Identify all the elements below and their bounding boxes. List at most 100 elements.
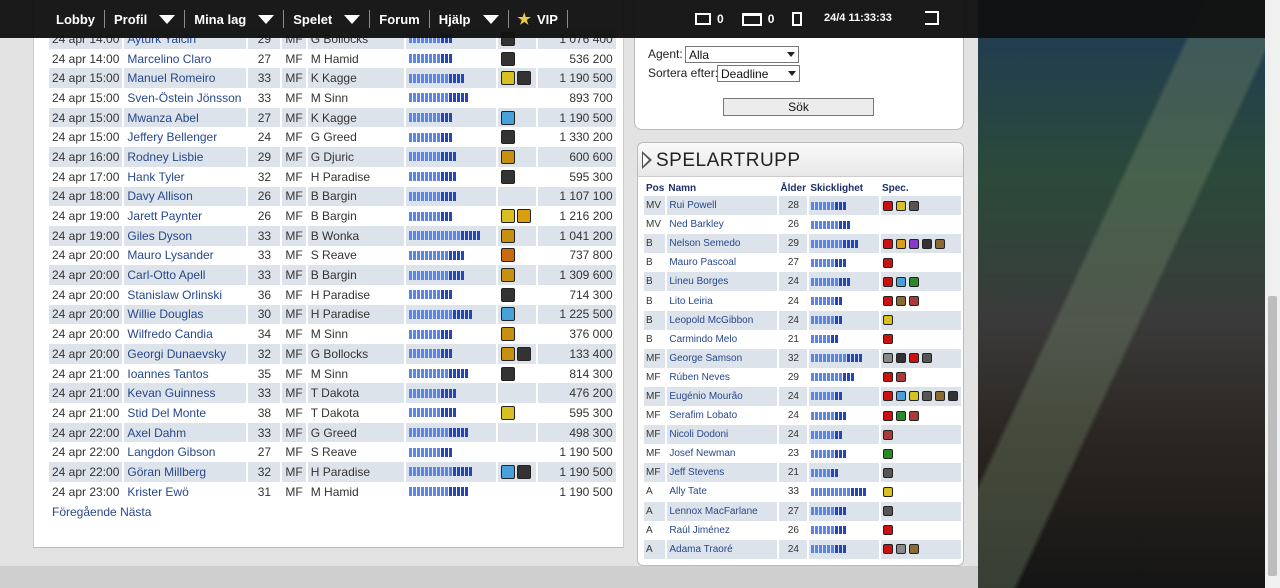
cell-name[interactable]: Hank Tyler	[123, 166, 249, 187]
cell-name[interactable]: Josef Newman	[666, 444, 780, 464]
cell-name[interactable]: Stid Del Monte	[123, 403, 249, 423]
specialty-icon[interactable]	[895, 353, 906, 364]
specialty-icon[interactable]	[882, 200, 893, 211]
specialty-icon[interactable]	[516, 346, 531, 361]
search-button[interactable]: Sök	[723, 98, 874, 116]
specialty-icon[interactable]	[500, 110, 515, 125]
specialty-icon[interactable]	[500, 71, 515, 86]
specialty-icon[interactable]	[882, 544, 893, 555]
col-skill[interactable]: Skicklighet	[808, 180, 880, 196]
nav-profil[interactable]: Profil	[105, 12, 184, 27]
specialty-icon[interactable]	[895, 372, 906, 383]
cell-name[interactable]: Serafim Lobato	[666, 406, 780, 426]
specialty-icon[interactable]	[500, 307, 515, 322]
nav-forum[interactable]: Forum	[370, 12, 428, 27]
cell-name[interactable]: Lito Leiria	[666, 291, 780, 311]
specialty-icon[interactable]	[895, 238, 906, 249]
specialty-icon[interactable]	[882, 486, 893, 497]
specialty-icon[interactable]	[908, 353, 919, 364]
specialty-icon[interactable]	[500, 149, 515, 164]
specialty-icon[interactable]	[500, 51, 515, 66]
cell-name[interactable]: Ally Tate	[666, 482, 780, 502]
cell-name[interactable]: Langdon Gibson	[123, 442, 249, 463]
specialty-icon[interactable]	[500, 248, 515, 263]
specialty-icon[interactable]	[882, 525, 893, 536]
specialty-icon[interactable]	[921, 391, 932, 402]
specialty-icon[interactable]	[908, 544, 919, 555]
specialty-icon[interactable]	[934, 238, 945, 249]
specialty-icon[interactable]	[895, 296, 906, 307]
specialty-icon[interactable]	[908, 410, 919, 421]
specialty-icon[interactable]	[516, 464, 531, 479]
specialty-icon[interactable]	[882, 429, 893, 440]
specialty-icon[interactable]	[500, 327, 515, 342]
specialty-icon[interactable]	[882, 448, 893, 459]
cell-name[interactable]: Nelson Semedo	[666, 234, 780, 254]
cell-name[interactable]: Ioannes Tantos	[123, 363, 249, 384]
specialty-icon[interactable]	[908, 276, 919, 287]
specialty-icon[interactable]	[882, 467, 893, 478]
cell-name[interactable]: Nicoli Dodoni	[666, 425, 780, 445]
cell-name[interactable]: Davy Allison	[123, 186, 249, 207]
cell-name[interactable]: Wilfredo Candia	[123, 324, 249, 344]
cell-name[interactable]: Adama Traoré	[666, 539, 780, 559]
mail-icon[interactable]	[695, 13, 711, 25]
specialty-icon[interactable]	[500, 346, 515, 361]
cell-name[interactable]: Axel Dahm	[123, 422, 249, 443]
specialty-icon[interactable]	[500, 268, 515, 283]
specialty-icon[interactable]	[921, 353, 932, 364]
cell-name[interactable]: Lennox MacFarlane	[666, 501, 780, 521]
nav-spelet[interactable]: Spelet	[284, 12, 369, 27]
specialty-icon[interactable]	[882, 276, 893, 287]
nav-vip[interactable]: ★ VIP	[509, 10, 567, 28]
cell-name[interactable]: Jarett Paynter	[123, 206, 249, 226]
col-pos[interactable]: Pos	[644, 180, 666, 196]
specialty-icon[interactable]	[882, 353, 893, 364]
specialty-icon[interactable]	[500, 366, 515, 381]
specialty-icon[interactable]	[908, 296, 919, 307]
specialty-icon[interactable]	[882, 238, 893, 249]
agent-select[interactable]: Alla	[685, 46, 799, 63]
cell-name[interactable]: Giles Dyson	[123, 225, 249, 246]
specialty-icon[interactable]	[882, 372, 893, 383]
cell-name[interactable]: Marcelino Claro	[123, 48, 249, 69]
phone-icon[interactable]	[792, 12, 803, 26]
specialty-icon[interactable]	[882, 315, 893, 326]
cell-name[interactable]: Willie Douglas	[123, 304, 249, 325]
specialty-icon[interactable]	[500, 209, 515, 224]
logout-icon[interactable]	[925, 11, 939, 25]
prev-page-link[interactable]: Föregående	[52, 505, 117, 519]
scrollbar-thumb[interactable]	[1268, 296, 1277, 576]
specialty-icon[interactable]	[882, 391, 893, 402]
specialty-icon[interactable]	[516, 209, 531, 224]
cell-name[interactable]: Rui Powell	[666, 196, 780, 216]
cell-name[interactable]: Rúben Neves	[666, 367, 780, 387]
specialty-icon[interactable]	[895, 410, 906, 421]
cell-name[interactable]: Mwanza Abel	[123, 107, 249, 128]
specialty-icon[interactable]	[882, 334, 893, 345]
specialty-icon[interactable]	[500, 228, 515, 243]
nav-hjalp[interactable]: Hjälp	[430, 12, 508, 27]
cell-name[interactable]: Krister Ewö	[123, 481, 249, 502]
specialty-icon[interactable]	[882, 257, 893, 268]
cell-name[interactable]: Kevan Guinness	[123, 383, 249, 404]
nav-mina-lag[interactable]: Mina lag	[185, 12, 283, 27]
cell-name[interactable]: Georgi Dunaevsky	[123, 344, 249, 364]
specialty-icon[interactable]	[500, 169, 515, 184]
specialty-icon[interactable]	[895, 544, 906, 555]
cell-name[interactable]: Rodney Lisbie	[123, 147, 249, 167]
col-age[interactable]: Ålder	[778, 180, 808, 196]
cell-name[interactable]: Sven-Östein Jönsson	[123, 88, 249, 108]
next-page-link[interactable]: Nästa	[120, 505, 151, 519]
cell-name[interactable]: Lineu Borges	[666, 272, 780, 292]
cell-name[interactable]: George Samson	[666, 348, 780, 368]
cell-name[interactable]: Jeff Stevens	[666, 463, 780, 483]
cell-name[interactable]: Raúl Jiménez	[666, 520, 780, 540]
specialty-icon[interactable]	[500, 130, 515, 145]
cell-name[interactable]: Jeffery Bellenger	[123, 127, 249, 148]
specialty-icon[interactable]	[908, 391, 919, 402]
specialty-icon[interactable]	[500, 405, 515, 420]
specialty-icon[interactable]	[895, 200, 906, 211]
cell-name[interactable]: Leopold McGibbon	[666, 310, 780, 330]
cell-name[interactable]: Göran Millberg	[123, 462, 249, 482]
